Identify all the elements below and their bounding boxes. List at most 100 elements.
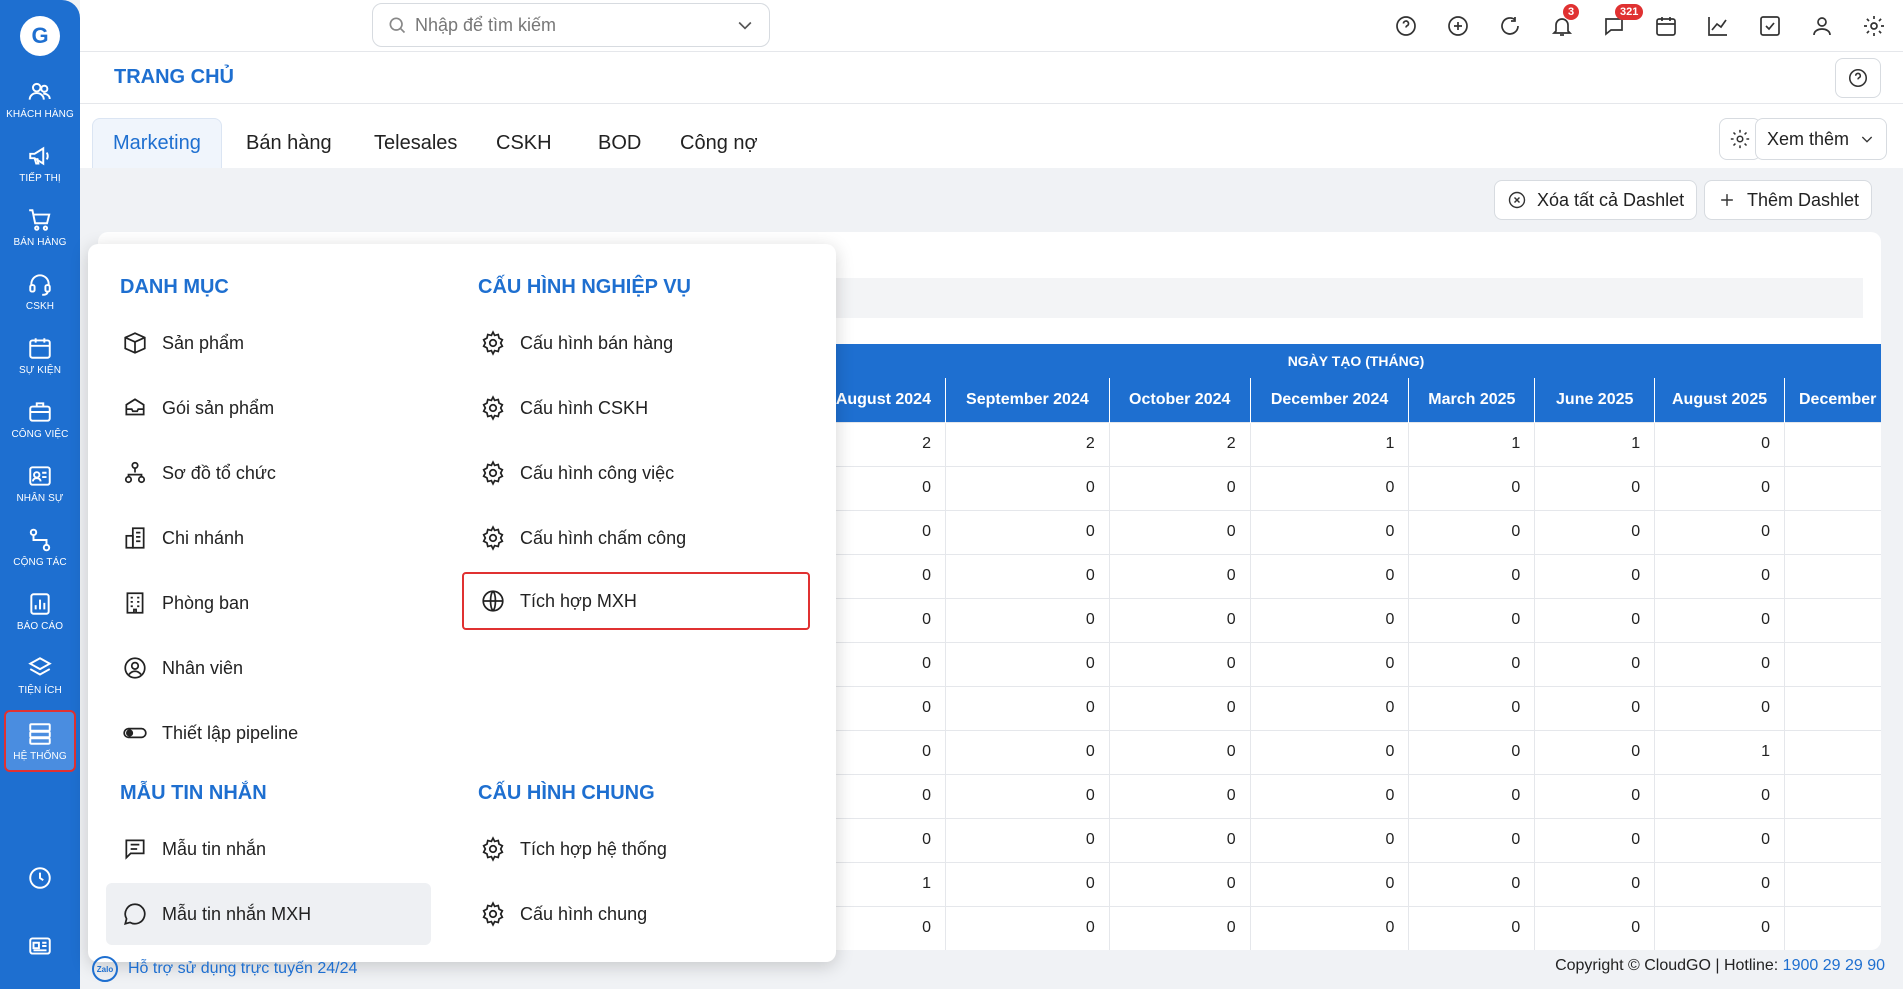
- cart-icon: [29, 208, 51, 231]
- search-input[interactable]: [415, 14, 735, 36]
- menu-item-so-do-to-chuc[interactable]: Sơ đồ tổ chức: [106, 442, 431, 504]
- table-cell: 0: [1654, 465, 1785, 511]
- tab-marketing[interactable]: Marketing: [92, 118, 222, 168]
- add-button[interactable]: [1443, 8, 1473, 44]
- sidebar-item-bao-cao[interactable]: BÁO CÁO: [4, 580, 76, 642]
- history-button[interactable]: [24, 862, 56, 894]
- support-link[interactable]: Zalo Hỗ trợ sử dụng trực tuyến 24/24: [92, 956, 357, 982]
- chevron-down-icon[interactable]: [735, 15, 755, 35]
- workflow-icon: [29, 528, 51, 551]
- page-header: TRANG CHỦ: [80, 52, 1903, 104]
- news-button[interactable]: [24, 930, 56, 962]
- profile-button[interactable]: [1807, 8, 1837, 44]
- sidebar-item-cong-viec[interactable]: CÔNG VIỆC: [4, 388, 76, 450]
- add-dashlet-button[interactable]: Thêm Dashlet: [1704, 180, 1873, 220]
- sidebar-item-ban-hang[interactable]: BÁN HÀNG: [4, 196, 76, 258]
- tab-cskh[interactable]: CSKH: [476, 118, 572, 168]
- menu-item-cau-hinh-cskh[interactable]: Cấu hình CSKH: [464, 377, 810, 439]
- menu-item-phong-ban[interactable]: Phòng ban: [106, 572, 431, 634]
- table-row: 0000001: [830, 729, 1881, 775]
- menu-item-tich-hop-mxh[interactable]: Tích hợp MXH: [462, 572, 810, 630]
- menu-item-goi-san-pham[interactable]: Gói sản phẩm: [106, 377, 431, 439]
- table-cell: [1783, 861, 1881, 907]
- analytics-button[interactable]: [1703, 8, 1733, 44]
- table-cell: 0: [1408, 641, 1536, 687]
- tab-cong-no[interactable]: Công nợ: [660, 118, 778, 168]
- column-header[interactable]: March 2025: [1408, 378, 1536, 422]
- column-header[interactable]: August 2025: [1654, 378, 1785, 422]
- messages-button[interactable]: 321: [1599, 4, 1644, 44]
- menu-section-mau-tin-nhan: MẪU TIN NHẮN: [120, 782, 267, 804]
- tab-bod[interactable]: BOD: [578, 118, 661, 168]
- table-row: 0000000: [830, 465, 1881, 511]
- table-cell: 0: [944, 729, 1110, 775]
- column-header[interactable]: December 2024: [1250, 378, 1410, 422]
- tab-telesales[interactable]: Telesales: [354, 118, 477, 168]
- tab-ban-hang[interactable]: Bán hàng: [226, 118, 352, 168]
- menu-item-label: Chi nhánh: [162, 527, 245, 548]
- zalo-icon: Zalo: [92, 956, 118, 982]
- menu-item-cau-hinh-cong-viec[interactable]: Cấu hình công việc: [464, 442, 810, 504]
- menu-item-mau-tin-nhan-mxh[interactable]: Mẫu tin nhắn MXH: [106, 883, 431, 945]
- calendar-button[interactable]: [1651, 8, 1681, 44]
- sidebar-item-tiep-thi[interactable]: TIẾP THỊ: [4, 132, 76, 194]
- sidebar-item-he-thong[interactable]: HỆ THỐNG: [4, 710, 76, 772]
- clear-all-dashlets-button[interactable]: Xóa tất cả Dashlet: [1494, 180, 1698, 220]
- checkbox-icon: [1760, 16, 1780, 36]
- table-cell: 0: [1108, 641, 1251, 687]
- table-cell: [1783, 509, 1881, 555]
- tasks-button[interactable]: [1755, 8, 1785, 44]
- menu-item-chi-nhanh[interactable]: Chi nhánh: [106, 507, 431, 569]
- menu-item-thiet-lap-pipeline[interactable]: Thiết lập pipeline: [106, 702, 431, 764]
- column-header[interactable]: September 2024: [945, 378, 1110, 422]
- table-cell: 0: [830, 729, 946, 775]
- table-cell: 2: [1108, 421, 1251, 467]
- refresh-button[interactable]: [1495, 8, 1525, 44]
- sidebar-item-label: CỘNG TÁC: [13, 556, 67, 568]
- menu-item-cau-hinh-ban-hang[interactable]: Cấu hình bán hàng: [464, 312, 810, 374]
- sidebar-item-su-kien[interactable]: SỰ KIỆN: [4, 324, 76, 386]
- table-cell: 0: [1534, 553, 1656, 599]
- table-cell: 0: [830, 641, 946, 687]
- sidebar-item-cskh[interactable]: CSKH: [4, 260, 76, 322]
- app-logo[interactable]: G: [20, 16, 60, 56]
- menu-item-nhan-vien[interactable]: Nhân viên: [106, 637, 431, 699]
- menu-item-tich-hop-he-thong[interactable]: Tích hợp hệ thống: [464, 818, 810, 880]
- table-cell: 0: [944, 553, 1110, 599]
- menu-item-label: Mẫu tin nhắn: [162, 838, 267, 859]
- table-cell: 0: [1108, 905, 1251, 950]
- table-cell: 0: [1408, 905, 1536, 950]
- table-row: 0000000: [830, 773, 1881, 819]
- sidebar-item-khach-hang[interactable]: KHÁCH HÀNG: [4, 68, 76, 130]
- table-cell: 0: [944, 861, 1110, 907]
- menu-item-san-pham[interactable]: Sản phẩm: [106, 312, 431, 374]
- data-table: August 2024 September 2024 October 2024 …: [830, 378, 1881, 950]
- table-cell: 0: [1249, 817, 1410, 863]
- menu-item-mau-tin-nhan[interactable]: Mẫu tin nhắn: [106, 818, 431, 880]
- table-cell: 1: [1654, 729, 1785, 775]
- table-cell: 0: [1108, 685, 1251, 731]
- sidebar-item-nhan-su[interactable]: NHÂN SỰ: [4, 452, 76, 514]
- page-help-button[interactable]: [1835, 58, 1881, 98]
- settings-button[interactable]: [1859, 8, 1889, 44]
- id-card-icon: [29, 465, 51, 486]
- question-icon: [1848, 68, 1868, 88]
- column-header[interactable]: October 2024: [1109, 378, 1251, 422]
- refresh-icon: [1501, 17, 1519, 35]
- more-tabs-button[interactable]: Xem thêm: [1755, 118, 1887, 160]
- column-header[interactable]: August 2024: [830, 378, 946, 422]
- menu-item-label: Tích hợp hệ thống: [520, 838, 667, 859]
- menu-item-cau-hinh-cham-cong[interactable]: Cấu hình chấm công: [464, 507, 810, 569]
- sidebar-item-tien-ich[interactable]: TIỆN ÍCH: [4, 644, 76, 706]
- column-header[interactable]: December: [1784, 378, 1881, 422]
- table-cell: 0: [1534, 905, 1656, 950]
- sidebar-item-cong-tac[interactable]: CỘNG TÁC: [4, 516, 76, 578]
- menu-item-cau-hinh-chung[interactable]: Cấu hình chung: [464, 883, 810, 945]
- plus-icon: [1721, 194, 1733, 206]
- help-topbar-button[interactable]: [1391, 8, 1421, 44]
- notifications-button[interactable]: 3: [1547, 4, 1580, 44]
- hotline-link[interactable]: 1900 29 29 90: [1783, 957, 1885, 974]
- column-header[interactable]: June 2025: [1534, 378, 1656, 422]
- gear-icon: [482, 330, 504, 356]
- search-box[interactable]: [372, 3, 770, 47]
